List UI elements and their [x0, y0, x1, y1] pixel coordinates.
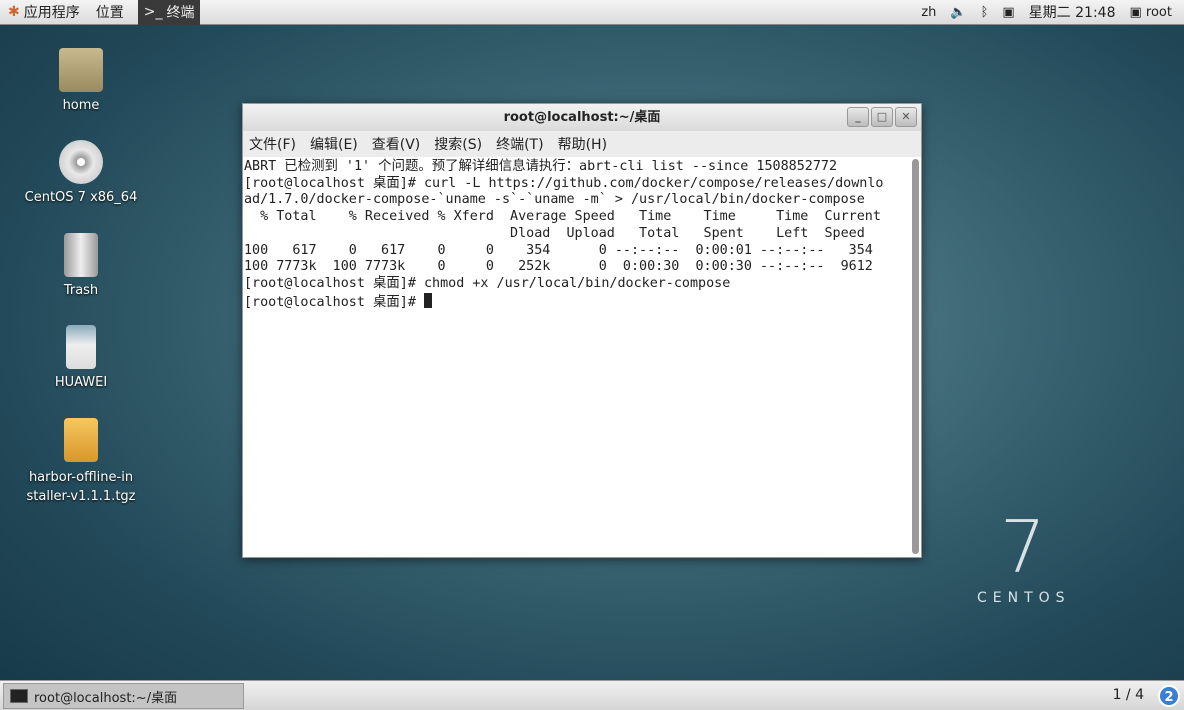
menubar: 文件(F) 编辑(E) 查看(V) 搜索(S) 终端(T) 帮助(H) [243, 131, 921, 157]
network-icon[interactable]: ▣ [1002, 5, 1014, 20]
input-method[interactable]: zh [921, 5, 936, 20]
archive-icon [64, 418, 98, 462]
terminal-icon [10, 689, 28, 703]
terminal-line: 100 617 0 617 0 0 354 0 --:--:-- 0:00:01… [244, 242, 873, 258]
terminal-prompt: [root@localhost 桌面]# [244, 294, 424, 310]
desktop-icon-trash[interactable]: Trash [21, 233, 141, 298]
maximize-button[interactable]: □ [871, 107, 893, 127]
user-icon: ▣ [1129, 4, 1142, 20]
minimize-button[interactable]: _ [847, 107, 869, 127]
centos-logo-seven: 7 [1000, 505, 1046, 589]
user-menu[interactable]: ▣ root [1129, 5, 1172, 20]
places-menu[interactable]: 位置 [96, 2, 124, 22]
terminal-line: 100 7773k 100 7773k 0 0 252k 0 0:00:30 0… [244, 259, 873, 275]
terminal-line: ad/1.7.0/docker-compose-`uname -s`-`unam… [244, 192, 865, 208]
terminal-window: root@localhost:~/桌面 _ □ ✕ 文件(F) 编辑(E) 查看(V… [242, 103, 922, 558]
bottom-panel: root@localhost:~/桌面 1 / 4 2 [0, 680, 1184, 710]
desktop-icon-huawei[interactable]: HUAWEI [21, 325, 141, 390]
close-button[interactable]: ✕ [895, 107, 917, 127]
top-panel: ✱ 应用程序 位置 >_ 终端 zh 🔈 ᛒ ▣ 星期二 21:48 ▣ root [0, 0, 1184, 25]
menu-file[interactable]: 文件(F) [249, 134, 296, 154]
text-cursor [423, 292, 432, 308]
trash-icon [64, 233, 98, 277]
menu-terminal[interactable]: 终端(T) [496, 134, 543, 154]
terminal-line: ABRT 已检测到 '1' 个问题。预了解详细信息请执行：abrt-cli li… [244, 159, 838, 174]
clock[interactable]: 星期二 21:48 [1029, 2, 1116, 22]
desktop-icon-dvd[interactable]: CentOS 7 x86_64 [21, 140, 141, 205]
taskbar-window-button[interactable]: root@localhost:~/桌面 [3, 683, 244, 709]
terminal-icon: >_ [143, 4, 163, 20]
window-titlebar[interactable]: root@localhost:~/桌面 _ □ ✕ [243, 104, 921, 131]
desktop-icon-home[interactable]: home [21, 48, 141, 113]
terminal-app-button[interactable]: >_ 终端 [137, 0, 201, 25]
terminal-output[interactable]: ABRT 已检测到 '1' 个问题。预了解详细信息请执行：abrt-cli li… [243, 157, 911, 557]
menu-view[interactable]: 查看(V) [372, 134, 421, 154]
gnome-foot-icon: ✱ [8, 4, 20, 20]
terminal-line: [root@localhost 桌面]# curl -L https://git… [244, 175, 884, 191]
scrollbar[interactable] [912, 159, 919, 554]
applications-menu[interactable]: ✱ 应用程序 [8, 2, 80, 22]
centos-logo-text: CENTOS [977, 590, 1071, 606]
terminal-line: Dload Upload Total Spent Left Speed [244, 225, 865, 241]
bluetooth-icon[interactable]: ᛒ [981, 5, 989, 20]
folder-home-icon [59, 48, 103, 92]
media-player-icon [66, 325, 96, 369]
terminal-line: [root@localhost 桌面]# chmod +x /usr/local… [244, 275, 731, 291]
terminal-line: % Total % Received % Xferd Average Speed… [244, 209, 881, 225]
menu-edit[interactable]: 编辑(E) [310, 134, 358, 154]
menu-help[interactable]: 帮助(H) [558, 134, 607, 154]
desktop-icon-harbor[interactable]: harbor-offline-installer-v1.1.1.tgz [21, 418, 141, 506]
workspace-switcher[interactable]: 1 / 4 [1113, 687, 1144, 703]
notification-badge[interactable]: 2 [1158, 685, 1180, 707]
menu-search[interactable]: 搜索(S) [434, 134, 482, 154]
volume-icon[interactable]: 🔈 [950, 5, 966, 20]
dvd-icon [59, 140, 103, 184]
